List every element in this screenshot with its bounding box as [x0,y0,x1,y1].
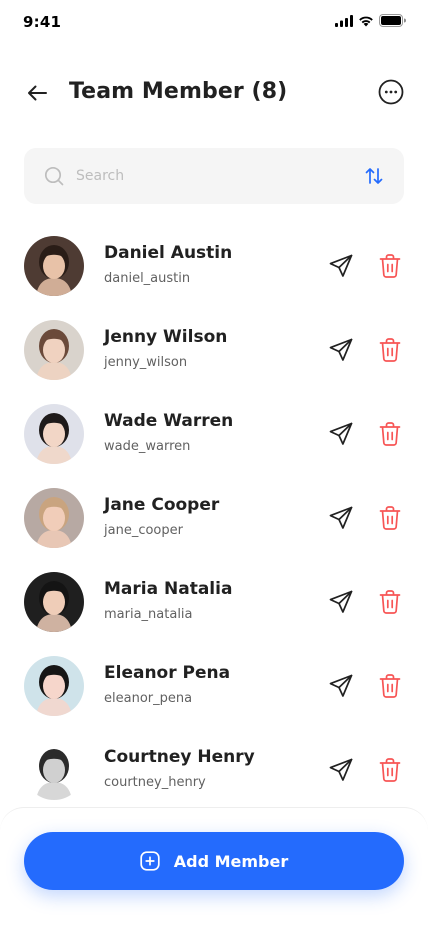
plus-square-icon [140,851,160,871]
back-button[interactable] [22,78,52,108]
member-name: Eleanor Pena [104,663,231,683]
member-row[interactable]: Jane Cooper jane_cooper [24,488,404,548]
send-message-button[interactable] [328,253,354,279]
trash-icon [379,758,401,782]
avatar [24,320,84,380]
member-username: jane_cooper [104,523,183,538]
send-message-button[interactable] [328,589,354,615]
search-bar [24,148,404,204]
member-row[interactable]: Courtney Henry courtney_henry [24,740,404,800]
member-row[interactable]: Jenny Wilson jenny_wilson [24,320,404,380]
add-member-button[interactable]: Add Member [24,832,404,890]
send-icon [329,674,353,697]
trash-icon [379,338,401,362]
delete-member-button[interactable] [378,757,402,783]
avatar-image [24,320,84,380]
page-title: Team Member (8) [69,79,288,104]
status-icons [335,14,406,27]
avatar-image [24,740,84,800]
member-username: daniel_austin [104,271,191,286]
avatar-image [24,488,84,548]
search-input[interactable] [76,148,346,204]
signal-icon [335,14,353,27]
delete-member-button[interactable] [378,673,402,699]
avatar-image [24,404,84,464]
send-icon [329,254,353,277]
sort-button[interactable] [362,164,386,188]
header: Team Member (8) [0,70,428,114]
trash-icon [379,590,401,614]
send-icon [329,506,353,529]
search-icon [44,166,64,186]
member-username: courtney_henry [104,775,206,790]
member-username: wade_warren [104,439,191,454]
delete-member-button[interactable] [378,589,402,615]
status-time: 9:41 [23,13,62,31]
wifi-icon [359,16,373,26]
arrow-left-icon [28,85,47,101]
send-message-button[interactable] [328,337,354,363]
avatar [24,572,84,632]
send-icon [329,338,353,361]
send-message-button[interactable] [328,757,354,783]
send-message-button[interactable] [328,673,354,699]
member-username: maria_natalia [104,607,193,622]
trash-icon [379,674,401,698]
avatar [24,740,84,800]
member-username: jenny_wilson [104,355,188,370]
member-name: Daniel Austin [104,243,233,263]
add-member-label: Add Member [173,851,289,871]
member-name: Courtney Henry [104,747,255,767]
battery-icon [379,14,406,27]
delete-member-button[interactable] [378,421,402,447]
delete-member-button[interactable] [378,253,402,279]
avatar [24,656,84,716]
delete-member-button[interactable] [378,337,402,363]
member-row[interactable]: Eleanor Pena eleanor_pena [24,656,404,716]
member-row[interactable]: Maria Natalia maria_natalia [24,572,404,632]
send-icon [329,590,353,613]
member-name: Jenny Wilson [104,327,228,347]
send-icon [329,422,353,445]
member-row[interactable]: Daniel Austin daniel_austin [24,236,404,296]
more-circle-icon [378,79,404,105]
avatar-image [24,572,84,632]
member-list: Daniel Austin daniel_austin Jenny Wilson… [24,236,404,824]
avatar-image [24,236,84,296]
send-icon [329,758,353,781]
trash-icon [379,254,401,278]
send-message-button[interactable] [328,505,354,531]
trash-icon [379,506,401,530]
member-name: Jane Cooper [104,495,220,515]
more-options-button[interactable] [378,79,404,105]
avatar [24,488,84,548]
member-name: Maria Natalia [104,579,233,599]
send-message-button[interactable] [328,421,354,447]
sort-arrows-icon [365,168,383,184]
member-row[interactable]: Wade Warren wade_warren [24,404,404,464]
status-bar: 9:41 [0,0,428,44]
avatar [24,404,84,464]
trash-icon [379,422,401,446]
delete-member-button[interactable] [378,505,402,531]
member-name: Wade Warren [104,411,234,431]
avatar [24,236,84,296]
member-username: eleanor_pena [104,691,193,706]
avatar-image [24,656,84,716]
